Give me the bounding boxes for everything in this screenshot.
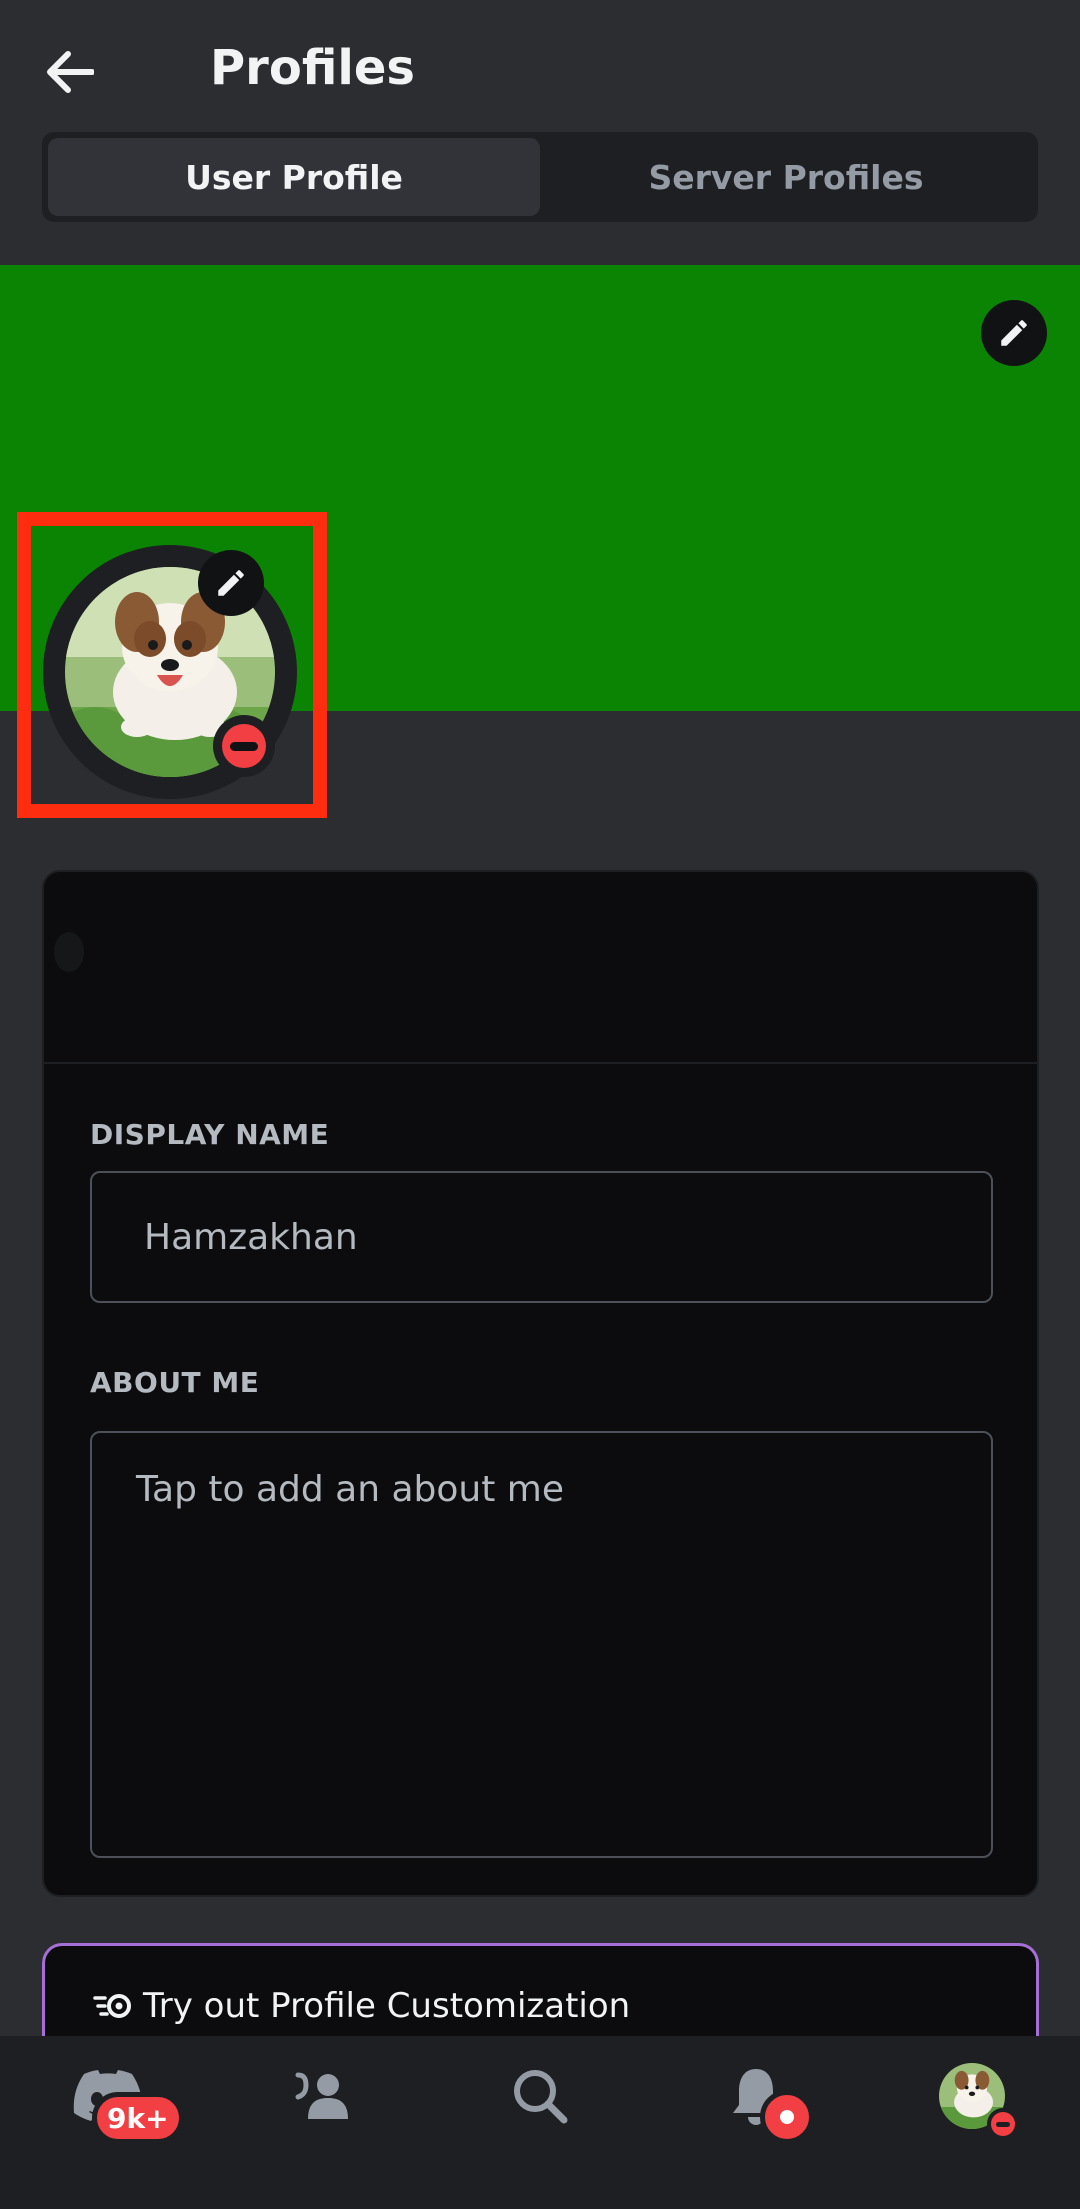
nav-profile[interactable] [864, 2036, 1080, 2156]
do-not-disturb-status-icon [987, 2108, 1019, 2140]
profile-card: DISPLAY NAME Hamzakhan ABOUT ME Tap to a… [42, 870, 1039, 1897]
header: Profiles [0, 0, 1080, 130]
display-name-input[interactable]: Hamzakhan [90, 1171, 993, 1303]
tab-server-profiles[interactable]: Server Profiles [540, 138, 1032, 216]
nav-search[interactable] [432, 2036, 648, 2156]
unread-count-badge: 9k+ [92, 2092, 184, 2144]
display-name-value: Hamzakhan [144, 1216, 358, 1258]
nav-friends[interactable] [216, 2036, 432, 2156]
profile-tabs: User Profile Server Profiles [42, 132, 1038, 222]
display-name-label: DISPLAY NAME [90, 1118, 330, 1151]
do-not-disturb-status-icon [213, 715, 275, 777]
page-title: Profiles [210, 40, 415, 96]
nav-home[interactable]: 9k+ [0, 2036, 216, 2156]
search-icon [514, 2070, 568, 2124]
redacted-content [54, 932, 84, 972]
card-header [44, 872, 1037, 1064]
tab-user-profile[interactable]: User Profile [48, 138, 540, 216]
avatar-edit-button[interactable] [198, 550, 264, 616]
nav-notifications[interactable] [648, 2036, 864, 2156]
bottom-navigation: 9k+ [0, 2036, 1080, 2209]
about-me-input[interactable]: Tap to add an about me [90, 1431, 993, 1858]
about-me-label: ABOUT ME [90, 1366, 260, 1399]
back-button[interactable] [40, 42, 100, 102]
avatar-container [43, 545, 298, 799]
promo-text: Try out Profile Customization [143, 1986, 631, 2026]
nitro-icon [93, 1994, 131, 2018]
friends-icon [295, 2072, 348, 2119]
notification-dot-badge [760, 2090, 814, 2144]
about-me-placeholder: Tap to add an about me [136, 1469, 565, 1510]
pencil-icon [1001, 320, 1027, 346]
banner-edit-button[interactable] [981, 300, 1047, 366]
arrow-left-icon [47, 51, 94, 93]
pencil-icon [218, 570, 244, 596]
